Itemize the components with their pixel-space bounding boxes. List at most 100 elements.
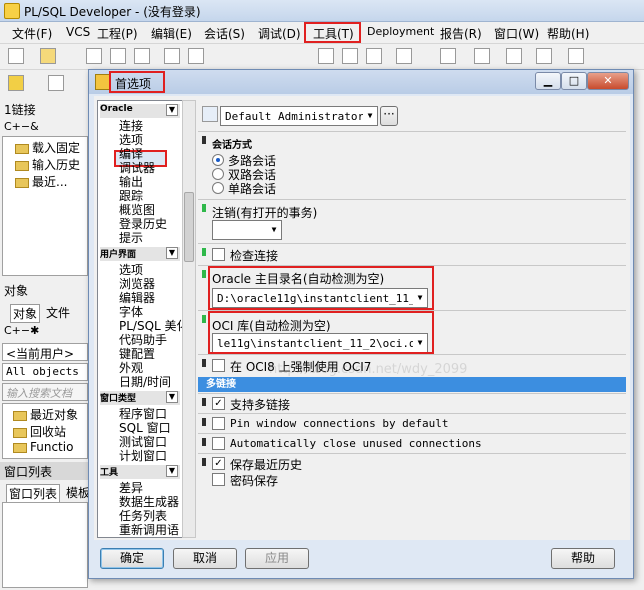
tree-item[interactable]: 最近对象 <box>13 406 78 423</box>
category-item[interactable]: 键配置 <box>119 347 155 361</box>
menu-project[interactable]: 工程(P) <box>97 25 138 42</box>
category-item[interactable]: 外观 <box>119 361 143 375</box>
cancel-button[interactable]: 取消 <box>173 548 237 569</box>
close-button[interactable]: ✕ <box>587 72 629 90</box>
uncomment-icon[interactable] <box>536 48 552 64</box>
radio-single-session[interactable] <box>212 182 224 194</box>
collapse-icon[interactable]: ▼ <box>166 465 178 477</box>
menu-deployment[interactable]: Deployment <box>367 25 434 38</box>
profile-dropdown[interactable]: Default Administrator ▼ <box>220 106 378 126</box>
radio-multi-session[interactable] <box>212 154 224 166</box>
connections-title: 1链接 <box>4 103 36 117</box>
collapse-icon[interactable]: ▼ <box>166 104 178 116</box>
tab-templates[interactable]: 模板 <box>66 484 90 501</box>
category-item[interactable]: 调试器 <box>119 161 155 175</box>
tree-item[interactable]: 载入固定 <box>15 139 80 156</box>
category-item[interactable]: SQL 窗口 <box>119 421 171 435</box>
paste-icon[interactable] <box>366 48 382 64</box>
menu-file[interactable]: 文件(F) <box>12 25 52 42</box>
category-header-ui[interactable]: 用户界面 ▼ <box>100 247 180 261</box>
category-item[interactable]: 浏览器 <box>119 277 155 291</box>
category-item[interactable]: 登录历史 <box>119 217 167 231</box>
copy-icon[interactable] <box>342 48 358 64</box>
category-header-oracle[interactable]: Oracle ▼ <box>100 104 180 118</box>
redo-icon[interactable] <box>188 48 204 64</box>
logoff-dropdown[interactable]: ▼ <box>212 220 282 240</box>
tree-item[interactable]: Functio <box>13 440 73 454</box>
find-icon[interactable] <box>396 48 412 64</box>
category-item[interactable]: 提示 <box>119 231 143 245</box>
comment-icon[interactable] <box>506 48 522 64</box>
help-button[interactable]: 帮助 <box>551 548 615 569</box>
object-filter-dropdown[interactable]: All objects <box>2 363 88 381</box>
beautify-icon[interactable] <box>568 48 584 64</box>
search-input[interactable]: 输入搜索文档 <box>2 383 88 401</box>
category-item[interactable]: 跟踪 <box>119 189 143 203</box>
save-all-icon[interactable] <box>110 48 126 64</box>
minimize-button[interactable]: ▁ <box>535 72 561 90</box>
section-marker <box>202 458 206 466</box>
menu-edit[interactable]: 编辑(E) <box>151 25 192 42</box>
category-item[interactable]: 概览图 <box>119 203 155 217</box>
collapse-icon[interactable]: ▼ <box>166 391 178 403</box>
category-scrollbar-thumb[interactable] <box>184 192 194 262</box>
menu-help[interactable]: 帮助(H) <box>547 25 589 42</box>
menu-report[interactable]: 报告(R) <box>440 25 482 42</box>
menu-window[interactable]: 窗口(W) <box>494 25 539 42</box>
undo-icon[interactable] <box>164 48 180 64</box>
tab-window-list[interactable]: 窗口列表 <box>6 484 61 503</box>
pin-window-checkbox[interactable] <box>212 417 225 430</box>
category-item[interactable]: 选项 <box>119 133 143 147</box>
settings-icon[interactable] <box>48 75 64 91</box>
category-item[interactable]: 输出 <box>119 175 143 189</box>
force-oci7-checkbox[interactable] <box>212 359 225 372</box>
tree-item[interactable]: 最近... <box>15 173 67 190</box>
save-history-checkbox[interactable]: ✓ <box>212 457 225 470</box>
key-icon[interactable] <box>8 75 24 91</box>
radio-dual-session[interactable] <box>212 168 224 180</box>
check-connection-checkbox[interactable] <box>212 248 225 261</box>
category-item[interactable]: 数据生成器 <box>119 495 179 509</box>
category-scrollbar[interactable] <box>182 100 196 538</box>
multi-connection-checkbox[interactable]: ✓ <box>212 397 225 410</box>
menu-debug[interactable]: 调试(D) <box>258 25 301 42</box>
ok-button[interactable]: 确定 <box>100 548 164 569</box>
save-icon[interactable] <box>86 48 102 64</box>
tab-files[interactable]: 文件 <box>46 304 70 321</box>
cut-icon[interactable] <box>318 48 334 64</box>
collapse-icon[interactable]: ▼ <box>166 247 178 259</box>
category-header-tools[interactable]: 工具 ▼ <box>100 465 180 479</box>
category-item[interactable]: 代码助手 <box>119 333 167 347</box>
new-icon[interactable] <box>8 48 24 64</box>
category-item[interactable]: 重新调用语 <box>119 523 179 537</box>
category-item[interactable]: 测试窗口 <box>119 435 167 449</box>
app-titlebar: PL/SQL Developer - (没有登录) <box>0 0 644 22</box>
menu-vcs[interactable]: VCS <box>66 25 90 39</box>
category-item[interactable]: 选项 <box>119 263 143 277</box>
category-item[interactable]: 程序窗口 <box>119 407 167 421</box>
maximize-button[interactable]: □ <box>561 72 587 90</box>
category-item[interactable]: 编译 <box>119 147 143 161</box>
print-icon[interactable] <box>134 48 150 64</box>
open-icon[interactable] <box>40 48 56 64</box>
user-dropdown[interactable]: <当前用户> <box>2 343 88 361</box>
category-item[interactable]: 计划窗口 <box>119 449 167 463</box>
category-item[interactable]: 日期/时间 <box>119 375 171 389</box>
outdent-icon[interactable] <box>474 48 490 64</box>
tree-item[interactable]: 输入历史 <box>15 156 80 173</box>
indent-icon[interactable] <box>440 48 456 64</box>
category-item[interactable]: 任务列表 <box>119 509 167 523</box>
save-password-checkbox[interactable] <box>212 473 225 486</box>
tab-objects[interactable]: 对象 <box>10 304 41 323</box>
tree-item[interactable]: 回收站 <box>13 423 66 440</box>
category-item[interactable]: 连接 <box>119 119 143 133</box>
category-item[interactable]: 差异 <box>119 481 143 495</box>
apply-button[interactable]: 应用 <box>245 548 309 569</box>
profile-menu-button[interactable]: ··· <box>380 106 398 126</box>
category-item[interactable]: 字体 <box>119 305 143 319</box>
category-item[interactable]: PL/SQL 美化 <box>119 319 182 333</box>
menu-session[interactable]: 会话(S) <box>204 25 245 42</box>
category-item[interactable]: 编辑器 <box>119 291 155 305</box>
category-header-window-types[interactable]: 窗口类型 ▼ <box>100 391 180 405</box>
auto-close-checkbox[interactable] <box>212 437 225 450</box>
